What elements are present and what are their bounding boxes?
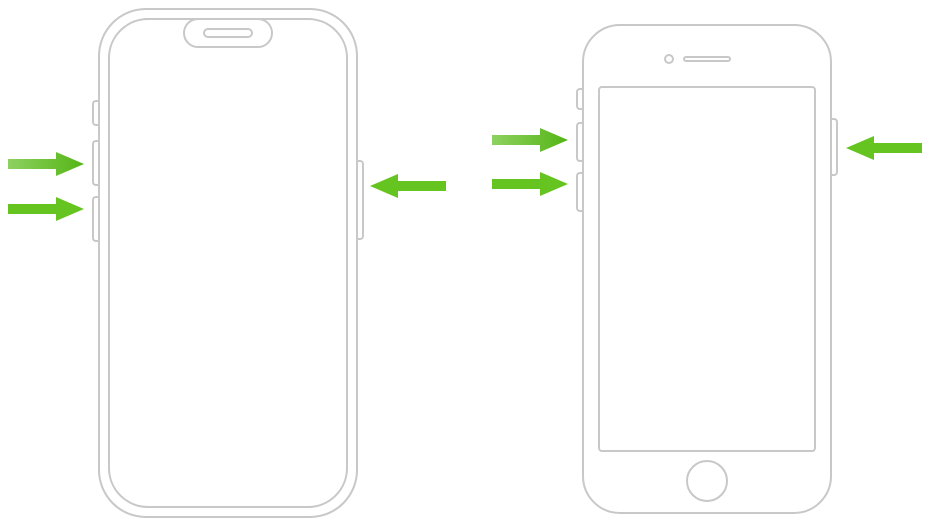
phone2-side-button bbox=[832, 118, 838, 176]
phone1-side-button bbox=[358, 160, 364, 240]
phone1-body bbox=[98, 8, 358, 518]
phone2-speaker-icon bbox=[683, 56, 731, 62]
phone1-dynamic-island bbox=[183, 18, 273, 48]
arrow-right-icon bbox=[490, 170, 570, 198]
phone1-screen bbox=[108, 18, 348, 508]
arrow-right-icon bbox=[490, 126, 570, 154]
phone1-speaker-icon bbox=[203, 28, 253, 38]
arrow-right-icon bbox=[6, 150, 86, 178]
arrow-right-icon bbox=[6, 195, 86, 223]
phone2-front-camera-icon bbox=[664, 54, 674, 64]
arrow-left-icon bbox=[368, 172, 448, 200]
phone2-body bbox=[582, 24, 832, 514]
arrow-left-icon bbox=[844, 134, 924, 162]
diagram-stage bbox=[0, 0, 932, 530]
phone2-home-button bbox=[686, 460, 728, 502]
phone2-screen bbox=[598, 86, 816, 452]
